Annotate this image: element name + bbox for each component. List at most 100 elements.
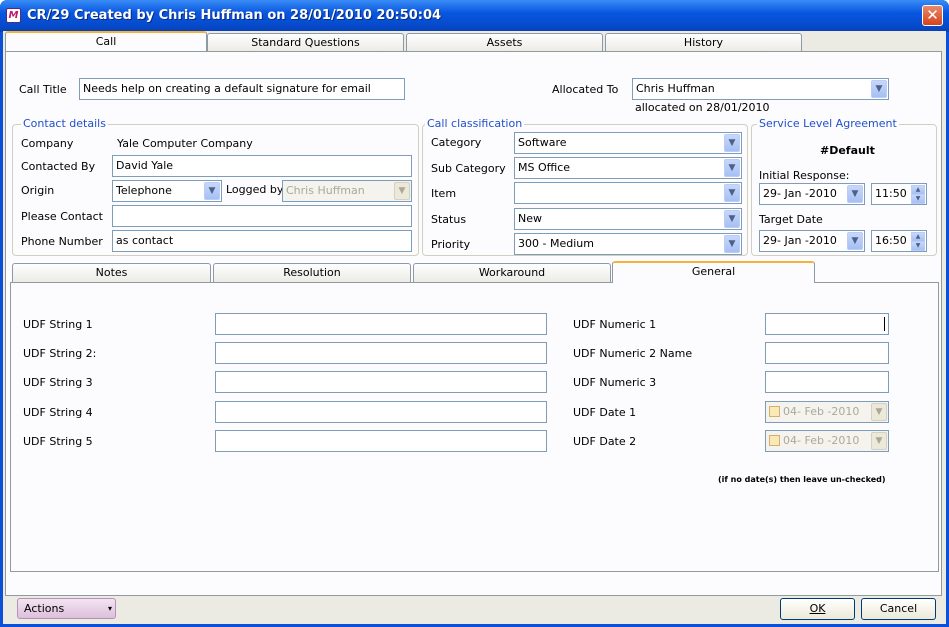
dropdown-arrow-icon: ▾ <box>107 604 112 613</box>
initial-response-date[interactable]: 29- Jan -2010 ▼ <box>759 183 865 205</box>
priority-value: 300 - Medium <box>518 237 594 250</box>
spin-down-icon[interactable]: ▼ <box>911 241 925 251</box>
call-classification-title: Call classification <box>425 117 525 130</box>
dialog-window: M CR/29 Created by Chris Huffman on 28/0… <box>0 0 949 627</box>
please-contact-label: Please Contact <box>21 210 103 223</box>
sla-name: #Default <box>820 144 875 157</box>
udf-string-1-label: UDF String 1 <box>23 318 93 331</box>
contacted-by-input[interactable]: David Yale <box>112 155 412 177</box>
cancel-button[interactable]: Cancel <box>861 598 936 620</box>
target-date-value: 29- Jan -2010 <box>763 234 837 247</box>
udf-numeric-3-input[interactable] <box>765 371 889 393</box>
item-label: Item <box>431 187 457 200</box>
item-select[interactable]: ▼ <box>514 182 742 204</box>
tab-history[interactable]: History <box>605 33 802 51</box>
udf-date-2-label: UDF Date 2 <box>573 435 637 448</box>
udf-string-4-input[interactable] <box>215 401 547 423</box>
tab-general-label: General <box>691 265 736 278</box>
udf-string-3-input[interactable] <box>215 371 547 393</box>
udf-date-1-checkbox[interactable] <box>769 406 780 417</box>
chevron-down-icon: ▼ <box>871 403 887 421</box>
initial-response-time-value: 11:50 <box>875 187 907 200</box>
date-hint-text: (if no date(s) then leave un-checked) <box>718 475 886 484</box>
please-contact-input[interactable] <box>112 205 412 227</box>
dialog-client: Call Standard Questions Assets History C… <box>3 31 946 624</box>
udf-numeric-2-label: UDF Numeric 2 Name <box>573 347 693 360</box>
initial-response-time[interactable]: 11:50 ▲ ▼ <box>871 183 927 205</box>
tab-call-label: Call <box>95 35 117 48</box>
actions-label: Actions <box>24 602 65 615</box>
company-value: Yale Computer Company <box>117 137 253 150</box>
udf-numeric-1-input[interactable] <box>765 313 889 335</box>
sub-category-value: MS Office <box>518 161 571 174</box>
allocated-to-value: Chris Huffman <box>636 82 715 95</box>
status-value: New <box>518 212 542 225</box>
udf-string-5-label: UDF String 5 <box>23 435 93 448</box>
udf-string-5-input[interactable] <box>215 430 547 452</box>
target-date-select[interactable]: 29- Jan -2010 ▼ <box>759 230 865 252</box>
contacted-by-label: Contacted By <box>21 160 96 173</box>
logged-by-label: Logged by <box>226 183 284 196</box>
target-time[interactable]: 16:50 ▲ ▼ <box>871 230 927 252</box>
cancel-label: Cancel <box>879 602 918 615</box>
udf-date-1-value: 04- Feb -2010 <box>783 405 860 418</box>
origin-label: Origin <box>21 184 55 197</box>
general-tab-panel: UDF String 1 UDF String 2: UDF String 3 … <box>10 282 939 572</box>
chevron-down-icon: ▼ <box>847 232 863 250</box>
target-date-label: Target Date <box>759 213 823 226</box>
sub-category-select[interactable]: MS Office ▼ <box>514 157 742 179</box>
chevron-down-icon: ▼ <box>724 134 740 152</box>
udf-string-1-input[interactable] <box>215 313 547 335</box>
chevron-down-icon: ▼ <box>871 432 887 450</box>
category-value: Software <box>518 136 567 149</box>
tab-history-label: History <box>683 36 724 49</box>
title-bar[interactable]: M CR/29 Created by Chris Huffman on 28/0… <box>0 0 949 32</box>
allocated-on-text: allocated on 28/01/2010 <box>635 101 770 114</box>
udf-date-2-picker[interactable]: 04- Feb -2010 ▼ <box>765 430 889 452</box>
udf-numeric-1-label: UDF Numeric 1 <box>573 318 657 331</box>
udf-string-2-input[interactable] <box>215 342 547 364</box>
tab-standard-questions-label: Standard Questions <box>251 36 360 49</box>
tab-call[interactable]: Call <box>5 31 207 51</box>
close-button[interactable]: ✕ <box>922 5 943 26</box>
sla-title: Service Level Agreement <box>757 117 899 130</box>
status-label: Status <box>431 213 467 226</box>
tab-resolution[interactable]: Resolution <box>213 263 411 282</box>
tab-workaround[interactable]: Workaround <box>413 263 611 282</box>
status-select[interactable]: New ▼ <box>514 208 742 230</box>
tab-general[interactable]: General <box>612 261 815 283</box>
udf-numeric-2-input[interactable] <box>765 342 889 364</box>
ok-button[interactable]: OK <box>780 598 855 620</box>
origin-value: Telephone <box>116 184 172 197</box>
origin-select[interactable]: Telephone ▼ <box>112 180 222 202</box>
close-icon: ✕ <box>926 6 939 24</box>
initial-response-date-value: 29- Jan -2010 <box>763 187 837 200</box>
ok-label: OK <box>809 602 826 615</box>
chevron-down-icon: ▼ <box>394 182 410 200</box>
phone-number-input[interactable]: as contact <box>112 230 412 252</box>
actions-menu-button[interactable]: Actions ▾ <box>17 598 116 619</box>
chevron-down-icon: ▼ <box>871 80 887 98</box>
chevron-down-icon: ▼ <box>847 185 863 203</box>
priority-select[interactable]: 300 - Medium ▼ <box>514 233 742 255</box>
spin-down-icon[interactable]: ▼ <box>911 194 925 204</box>
call-tab-panel: Call Title Needs help on creating a defa… <box>5 51 942 596</box>
logged-by-value: Chris Huffman <box>286 184 365 197</box>
tab-notes-label: Notes <box>95 266 128 279</box>
text-cursor <box>884 317 885 331</box>
call-title-input[interactable]: Needs help on creating a default signatu… <box>79 78 405 100</box>
category-select[interactable]: Software ▼ <box>514 132 742 154</box>
category-label: Category <box>431 136 482 149</box>
udf-date-1-label: UDF Date 1 <box>573 406 637 419</box>
tab-workaround-label: Workaround <box>478 266 546 279</box>
tab-standard-questions[interactable]: Standard Questions <box>207 33 404 51</box>
udf-string-2-label: UDF String 2: <box>23 347 97 360</box>
udf-date-1-picker[interactable]: 04- Feb -2010 ▼ <box>765 401 889 423</box>
allocated-to-label: Allocated To <box>552 83 619 96</box>
tab-notes[interactable]: Notes <box>12 263 211 282</box>
logged-by-select: Chris Huffman ▼ <box>282 180 412 202</box>
udf-date-2-checkbox[interactable] <box>769 435 780 446</box>
tab-assets[interactable]: Assets <box>406 33 603 51</box>
app-logo-icon: M <box>6 8 21 23</box>
allocated-to-select[interactable]: Chris Huffman ▼ <box>632 78 889 100</box>
